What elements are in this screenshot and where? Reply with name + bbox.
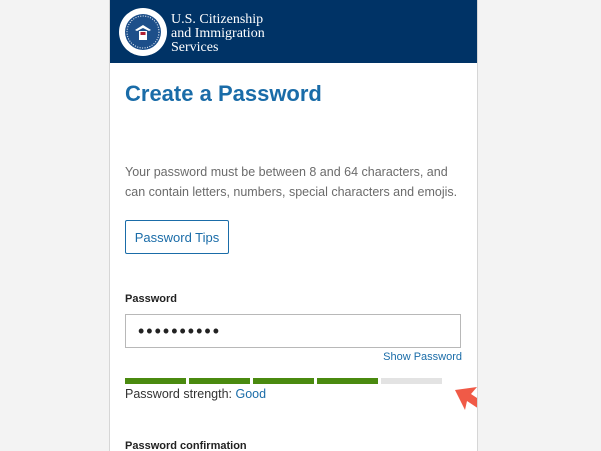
agency-line-3: Services xyxy=(171,40,219,55)
password-label: Password xyxy=(125,293,177,305)
password-requirements: Your password must be between 8 and 64 c… xyxy=(125,165,458,199)
create-password-card: U.S. Citizenship and Immigration Service… xyxy=(109,0,478,451)
strength-label: Password strength: xyxy=(125,387,232,401)
password-strength-text: Password strength: Good xyxy=(125,387,266,401)
site-header: U.S. Citizenship and Immigration Service… xyxy=(110,0,477,63)
strength-segment-5 xyxy=(381,378,442,384)
strength-segment-2 xyxy=(189,378,250,384)
strength-value: Good xyxy=(235,387,267,401)
agency-line-2: and Immigration xyxy=(171,26,265,41)
agency-line-1: U.S. Citizenship xyxy=(171,12,264,27)
annotation-arrow-icon xyxy=(455,387,477,410)
dhs-seal-icon[interactable] xyxy=(119,8,167,56)
password-input[interactable]: •••••••••• xyxy=(125,314,461,348)
page-title: Create a Password xyxy=(125,81,322,106)
password-strength-meter xyxy=(125,378,445,384)
strength-segment-1 xyxy=(125,378,186,384)
strength-segment-3 xyxy=(253,378,314,384)
agency-name: U.S. Citizenship and Immigration Service… xyxy=(171,13,321,55)
password-confirmation-label: Password confirmation xyxy=(125,440,247,451)
strength-segment-4 xyxy=(317,378,378,384)
password-tips-button[interactable]: Password Tips xyxy=(125,220,229,254)
show-password-link[interactable]: Show Password xyxy=(383,351,462,363)
